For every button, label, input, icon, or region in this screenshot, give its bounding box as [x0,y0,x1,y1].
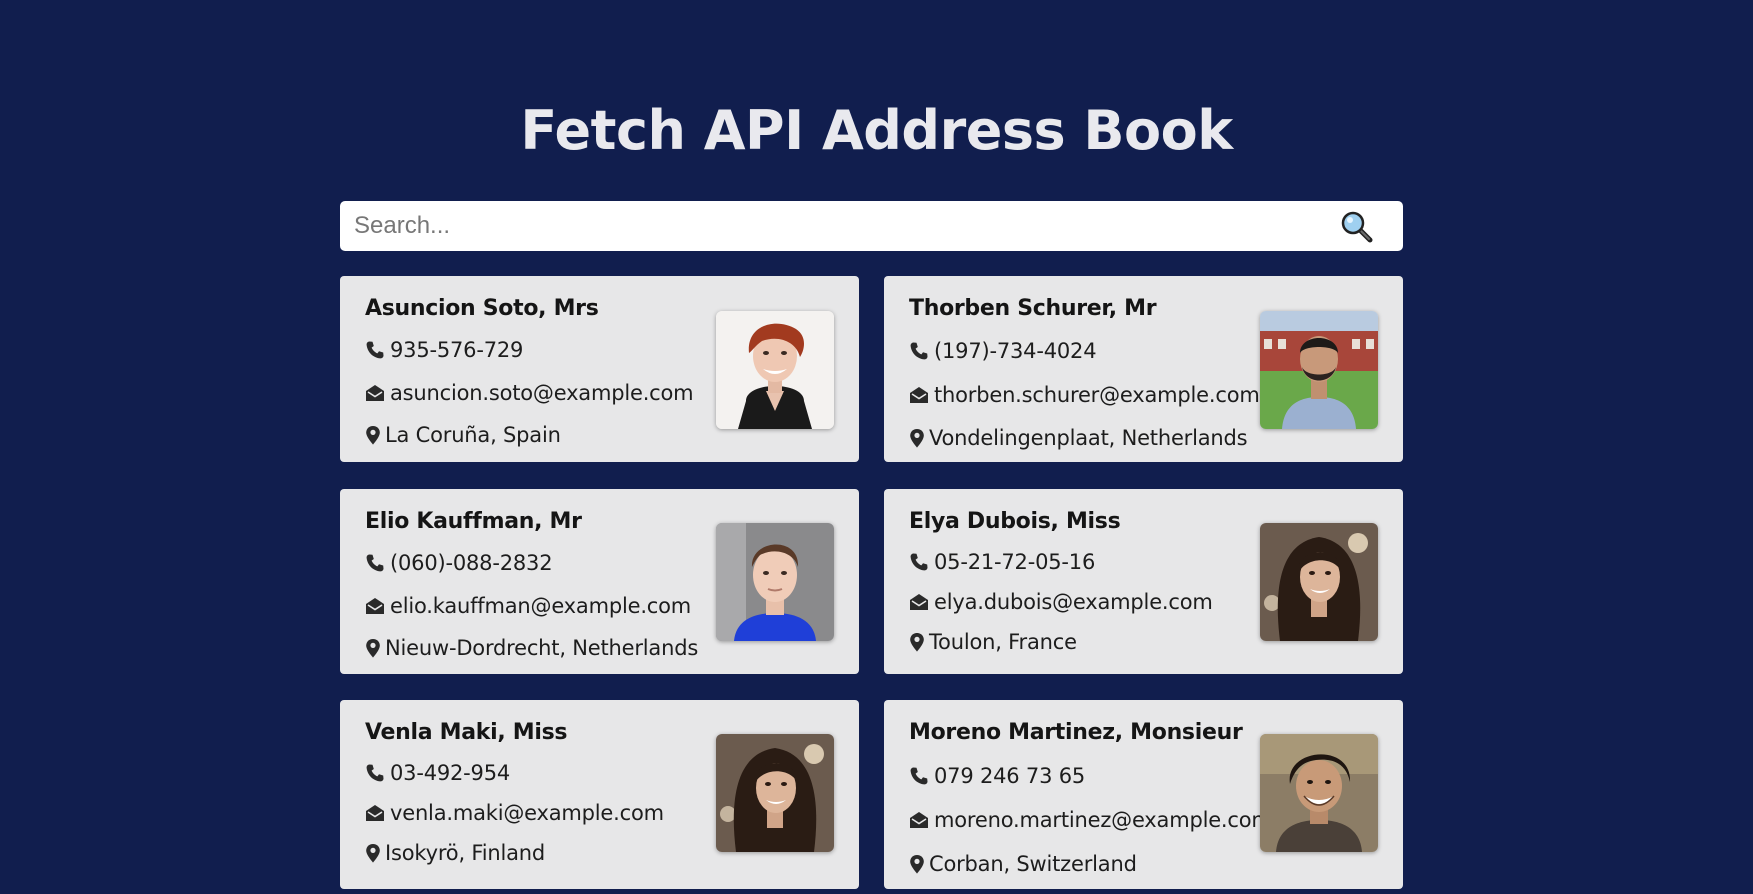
search-bar [340,201,1403,251]
contact-card[interactable]: Asuncion Soto, Mrs 935-576-729 asuncion.… [340,276,859,462]
address-book-page: Fetch API Address Book Asuncion Soto, Mr… [0,0,1753,894]
contact-phone: (060)-088-2832 [365,551,553,575]
contact-card[interactable]: Moreno Martinez, Monsieur 079 246 73 65 … [884,700,1403,889]
contact-phone: 935-576-729 [365,338,523,362]
envelope-open-icon [909,810,929,830]
contact-name: Venla Maki, Miss [365,720,568,745]
contact-phone: 05-21-72-05-16 [909,550,1095,574]
contact-name: Elio Kauffman, Mr [365,509,582,534]
map-pin-icon [909,632,925,652]
map-pin-icon [365,638,381,658]
phone-icon [909,341,929,361]
contact-name: Asuncion Soto, Mrs [365,296,599,321]
contact-email: elio.kauffman@example.com [365,594,691,618]
contact-card[interactable]: Thorben Schurer, Mr (197)-734-4024 thorb… [884,276,1403,462]
contact-email: moreno.martinez@example.com [909,808,1272,832]
envelope-open-icon [909,385,929,405]
contact-location: La Coruña, Spain [365,423,561,447]
contact-location: Corban, Switzerland [909,852,1137,876]
phone-icon [365,763,385,783]
page-title: Fetch API Address Book [520,99,1233,162]
avatar [1260,311,1378,429]
contact-location: Toulon, France [909,630,1077,654]
map-pin-icon [365,843,381,863]
contact-name: Thorben Schurer, Mr [909,296,1157,321]
avatar [716,734,834,852]
contact-email: asuncion.soto@example.com [365,381,694,405]
contact-phone: (197)-734-4024 [909,339,1097,363]
envelope-open-icon [909,592,929,612]
avatar [716,311,834,429]
contact-card[interactable]: Elio Kauffman, Mr (060)-088-2832 elio.ka… [340,489,859,674]
contact-name: Elya Dubois, Miss [909,509,1121,534]
map-pin-icon [909,428,925,448]
contact-phone: 03-492-954 [365,761,510,785]
phone-icon [909,766,929,786]
avatar [1260,523,1378,641]
magnifier-icon[interactable] [1340,210,1374,244]
map-pin-icon [909,854,925,874]
search-input[interactable] [340,201,1300,251]
phone-icon [909,552,929,572]
contact-email: elya.dubois@example.com [909,590,1213,614]
phone-icon [365,340,385,360]
contact-card[interactable]: Venla Maki, Miss 03-492-954 venla.maki@e… [340,700,859,889]
avatar [716,523,834,641]
contact-card[interactable]: Elya Dubois, Miss 05-21-72-05-16 elya.du… [884,489,1403,674]
avatar [1260,734,1378,852]
contact-email: venla.maki@example.com [365,801,664,825]
map-pin-icon [365,425,381,445]
envelope-open-icon [365,803,385,823]
contact-location: Isokyrö, Finland [365,841,545,865]
contact-location: Vondelingenplaat, Netherlands [909,426,1248,450]
phone-icon [365,553,385,573]
contact-email: thorben.schurer@example.com [909,383,1260,407]
contact-phone: 079 246 73 65 [909,764,1085,788]
envelope-open-icon [365,596,385,616]
envelope-open-icon [365,383,385,403]
contact-location: Nieuw-Dordrecht, Netherlands [365,636,698,660]
contact-name: Moreno Martinez, Monsieur [909,720,1243,745]
